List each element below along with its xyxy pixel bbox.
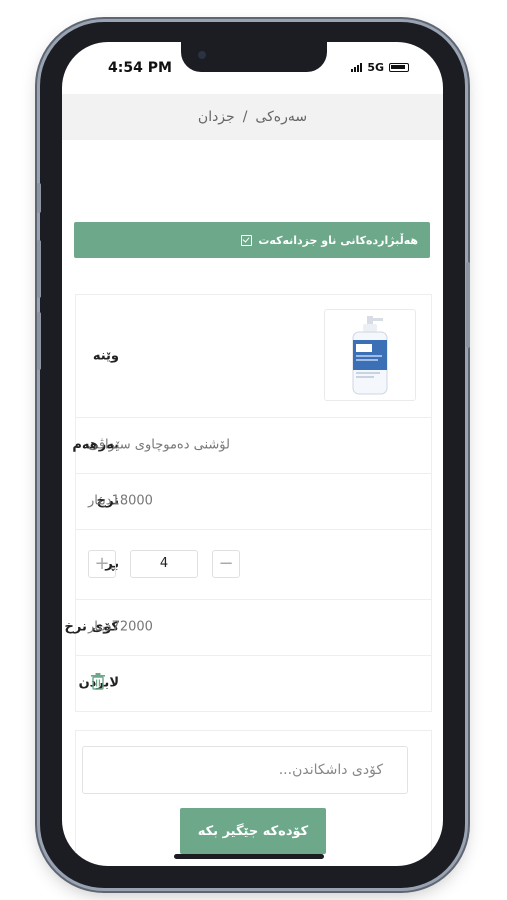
row-price: نرخ 18000دینار (76, 473, 431, 530)
breadcrumb-separator: / (242, 109, 248, 125)
breadcrumb: سەرەکی / جزدان (62, 94, 443, 140)
total-value: 72000دینار (88, 619, 153, 635)
image-label: وێنە (92, 348, 119, 364)
quantity-input[interactable]: 4 (130, 550, 198, 578)
home-indicator (174, 854, 324, 859)
breadcrumb-home-link[interactable]: سەرەکی (255, 109, 307, 125)
trash-icon[interactable] (90, 672, 106, 694)
row-product: بەرهەم لۆشنی دەموچاوی سێراڤی (72, 417, 431, 474)
row-remove: لابردن (76, 655, 431, 711)
volume-down-button (37, 312, 41, 370)
lotion-bottle-icon (352, 316, 388, 395)
cart-item-card: وێنە بەرهەم لۆشنی دەموچاوی سێراڤی نرخ 18… (65, 294, 432, 712)
network-type: 5G (367, 61, 384, 74)
breadcrumb-current: جزدان (197, 109, 235, 125)
power-button (466, 262, 470, 348)
mute-switch (37, 183, 41, 213)
price-value: 18000دینار (88, 493, 153, 509)
signal-icon (351, 63, 363, 72)
product-image[interactable] (324, 309, 416, 401)
row-total: کۆی نرخ 72000دینار (65, 599, 431, 656)
status-time: 4:54 PM (108, 60, 172, 76)
coupon-input[interactable]: کۆدی داشکاندن... (82, 746, 408, 794)
checkbox-icon (241, 234, 253, 246)
row-quantity: بڕ + 4 − (76, 529, 431, 600)
battery-icon (389, 63, 409, 72)
minus-button[interactable]: − (212, 550, 240, 578)
status-indicators: 5G (351, 61, 409, 74)
product-name[interactable]: لۆشنی دەموچاوی سێراڤی (88, 438, 230, 453)
apply-coupon-button[interactable]: کۆدەکە جێگیر بکە (180, 808, 326, 854)
volume-up-button (37, 240, 41, 298)
cart-alert-banner: هەڵبژاردەکانی ناو جزدانەکەت (74, 222, 430, 258)
notch (181, 42, 327, 72)
alert-text: هەڵبژاردەکانی ناو جزدانەکەت (258, 233, 418, 247)
camera-icon (198, 51, 206, 59)
plus-button[interactable]: + (88, 550, 116, 578)
quantity-stepper: + 4 − (88, 550, 240, 578)
coupon-section: کۆدی داشکاندن... کۆدەکە جێگیر بکە (75, 730, 432, 866)
row-image: وێنە (76, 295, 431, 418)
screen: 4:54 PM 5G سەرەکی / جزدان هەڵبژاردەکانی … (62, 42, 443, 866)
